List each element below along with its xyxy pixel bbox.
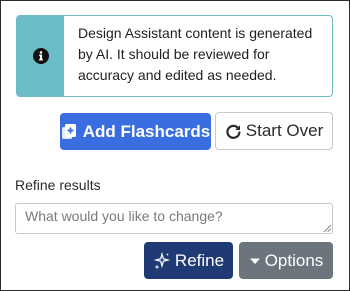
options-button-label: Options — [264, 250, 324, 270]
refine-input[interactable] — [15, 203, 333, 234]
start-over-button[interactable]: Start Over — [215, 112, 333, 150]
rotate-right-icon — [226, 124, 241, 139]
add-flashcards-label: Add Flashcards — [82, 121, 211, 141]
ai-disclaimer-alert: Design Assistant content is generated by… — [16, 15, 333, 97]
refine-button-label: Refine — [174, 250, 225, 270]
add-flashcards-button[interactable]: Add Flashcards — [60, 113, 211, 150]
resize-grip-icon[interactable] — [323, 224, 331, 232]
caret-down-icon — [249, 258, 260, 264]
alert-message: Design Assistant content is generated by… — [78, 25, 313, 83]
design-assistant-panel: Design Assistant content is generated by… — [0, 0, 350, 291]
refine-results-label: Refine results — [15, 177, 101, 193]
start-over-label: Start Over — [245, 121, 324, 140]
info-circle-icon — [33, 48, 49, 64]
sparkles-icon — [153, 251, 171, 269]
flashcards-plus-icon — [61, 123, 76, 139]
refine-button[interactable]: Refine — [144, 242, 233, 279]
options-button[interactable]: Options — [239, 242, 333, 279]
